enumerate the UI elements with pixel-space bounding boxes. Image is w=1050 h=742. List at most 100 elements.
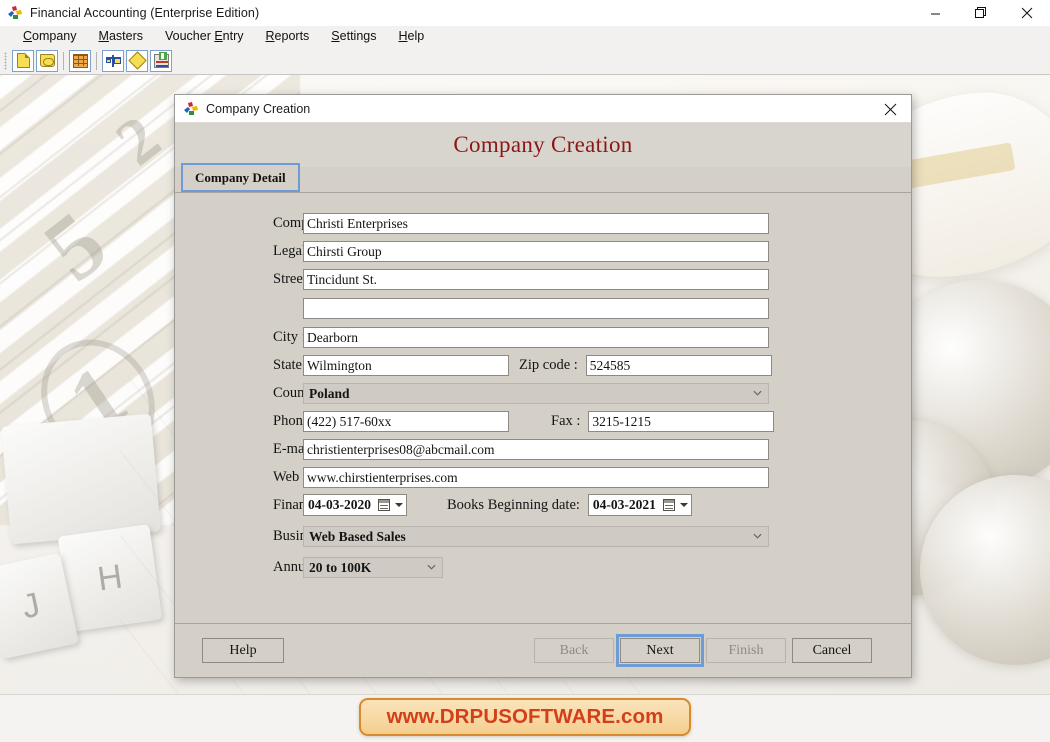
application-window: Financial Accounting (Enterprise Edition… [0,0,1050,742]
help-button[interactable]: Help [202,638,284,663]
form-row-street: Street : Tincidunt St. [175,265,911,293]
calendar-icon [663,499,675,511]
street-input[interactable]: Tincidunt St. [303,269,769,290]
business-type-select-value: Web Based Sales [309,529,406,544]
books-beginning-label: Books Beginning date: [407,497,588,514]
window-controls [912,0,1050,26]
dialog-app-icon [183,101,199,117]
reports-icon[interactable] [150,50,172,72]
app-puzzle-icon [7,5,23,21]
fax-label: Fax : [509,413,588,430]
country-label: Country : [175,385,303,402]
window-title: Financial Accounting (Enterprise Edition… [30,6,259,20]
menu-item-reports[interactable]: Reports [255,26,321,47]
open-company-icon[interactable] [36,50,58,72]
country-select[interactable]: Poland [303,383,769,404]
dialog-header: Company Creation [175,123,911,167]
dialog-body: Company name : Christi Enterprises Legal… [175,193,911,623]
phone-label: Phone : [175,413,303,430]
close-icon[interactable] [1004,0,1050,26]
state-input[interactable]: Wilmington [303,355,509,376]
company-creation-dialog: Company Creation Company Creation Compan… [174,94,912,678]
company-detail-form: Company name : Christi Enterprises Legal… [175,209,911,581]
chevron-down-icon [753,389,762,398]
form-row-email: E-mail : christienterprises08@abcmail.co… [175,435,911,463]
financial-year-from-value: 04-03-2020 [308,497,378,513]
page-title: Company Creation [453,132,632,158]
annual-revenue-label: Annual revenue : [175,559,303,576]
chevron-down-icon [753,532,762,541]
toolbar-separator [63,52,64,70]
menu-item-company[interactable]: Company [12,26,88,47]
city-input[interactable]: Dearborn [303,327,769,348]
watermark-banner: www.DRPUSOFTWARE.com [359,698,691,736]
form-row-country: Country : Poland [175,379,911,407]
menu-item-voucher-entry[interactable]: Voucher Entry [154,26,255,47]
website-label: Web site : [175,469,303,486]
chevron-down-icon[interactable] [677,495,691,515]
company-name-input[interactable]: Christi Enterprises [303,213,769,234]
dialog-titlebar: Company Creation [175,95,911,123]
form-row-dates: Financial year from : 04-03-2020 Books B… [175,491,911,519]
email-input[interactable]: christienterprises08@abcmail.com [303,439,769,460]
new-company-icon[interactable] [12,50,34,72]
form-row-legal-name: Legal name : Chirsti Group [175,237,911,265]
restore-icon[interactable] [958,0,1004,26]
chevron-down-icon[interactable] [392,495,406,515]
country-select-value: Poland [309,386,350,401]
street-2-input[interactable] [303,298,769,319]
form-row-website: Web site : www.chirstienterprises.com [175,463,911,491]
cancel-button[interactable]: Cancel [792,638,872,663]
form-row-company-name: Company name : Christi Enterprises [175,209,911,237]
form-row-street-2 [175,293,911,323]
dialog-close-icon[interactable] [869,95,911,123]
tab-company-detail[interactable]: Company Detail [181,163,300,192]
form-row-business-type: Business type : Web Based Sales [175,522,911,550]
menu-item-help[interactable]: Help [387,26,435,47]
toolbar [0,47,1050,75]
ledger-grid-icon[interactable] [69,50,91,72]
voucher-icon[interactable] [126,50,148,72]
legal-name-input[interactable]: Chirsti Group [303,241,769,262]
city-label: City : [175,329,303,346]
menubar: Company Masters Voucher Entry Reports Se… [0,26,1050,47]
menu-item-masters[interactable]: Masters [88,26,154,47]
watermark-text: www.DRPUSOFTWARE.com [387,705,664,729]
business-type-select[interactable]: Web Based Sales [303,526,769,547]
books-beginning-datepicker[interactable]: 04-03-2021 [588,494,692,516]
toolbar-separator [96,52,97,70]
business-type-label: Business type : [175,528,303,545]
email-label: E-mail : [175,441,303,458]
tabstrip: Company Detail [175,167,911,193]
finish-button[interactable]: Finish [706,638,786,663]
form-row-phone-fax: Phone : (422) 517-60xx Fax : 3215-1215 [175,407,911,435]
financial-year-from-datepicker[interactable]: 04-03-2020 [303,494,407,516]
zip-code-input[interactable]: 524585 [586,355,772,376]
fax-input[interactable]: 3215-1215 [588,411,774,432]
form-row-annual-revenue: Annual revenue : 20 to 100K [175,553,911,581]
form-row-city: City : Dearborn [175,323,911,351]
street-label: Street : [175,271,303,288]
books-beginning-value: 04-03-2021 [593,497,663,513]
website-input[interactable]: www.chirstienterprises.com [303,467,769,488]
zip-code-label: Zip code : [509,357,586,374]
phone-input[interactable]: (422) 517-60xx [303,411,509,432]
legal-name-label: Legal name : [175,243,303,260]
trial-balance-icon[interactable] [102,50,124,72]
annual-revenue-select-value: 20 to 100K [309,560,371,575]
window-titlebar: Financial Accounting (Enterprise Edition… [0,0,1050,26]
financial-year-from-label: Financial year from : [175,497,303,514]
dialog-footer: Help Back Next Finish Cancel [175,623,911,677]
back-button[interactable]: Back [534,638,614,663]
toolbar-grip[interactable] [4,52,7,70]
form-row-state-zip: State : Wilmington Zip code : 524585 [175,351,911,379]
next-button[interactable]: Next [620,638,700,663]
state-label: State : [175,357,303,374]
minimize-icon[interactable] [912,0,958,26]
calendar-icon [378,499,390,511]
company-name-label: Company name : [175,215,303,232]
annual-revenue-select[interactable]: 20 to 100K [303,557,443,578]
dialog-title: Company Creation [206,102,310,116]
chevron-down-icon [427,563,436,572]
menu-item-settings[interactable]: Settings [320,26,387,47]
